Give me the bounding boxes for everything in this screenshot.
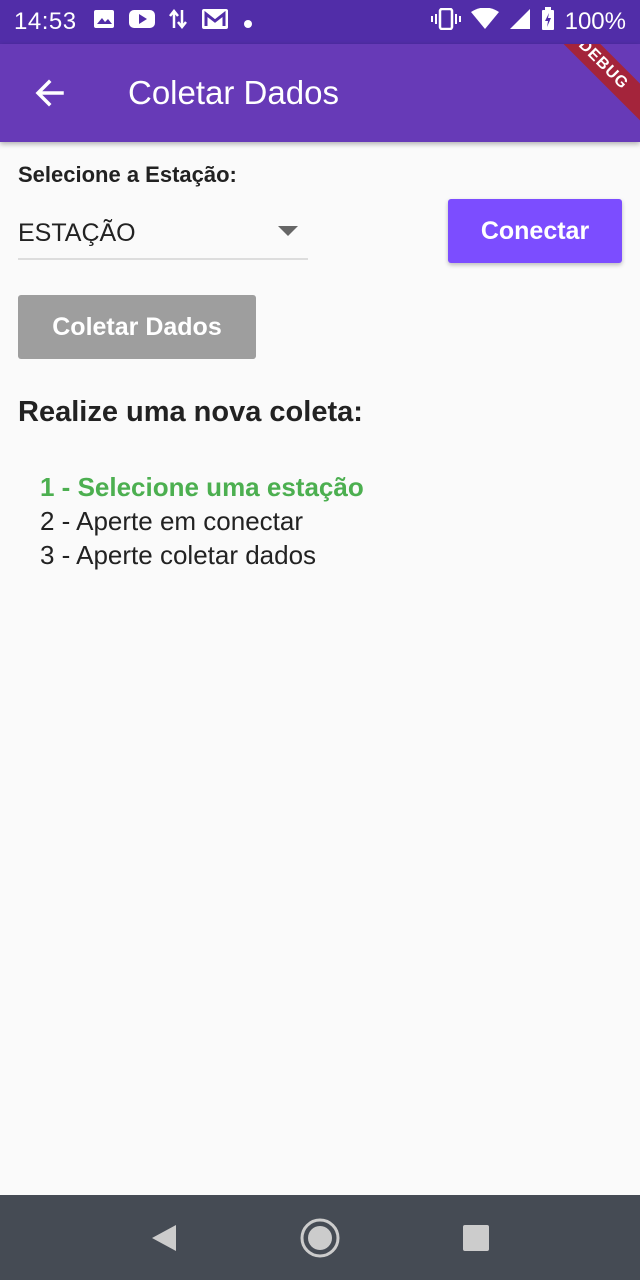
dropdown-value: ESTAÇÃO bbox=[18, 218, 136, 247]
step-item: 3 - Aperte coletar dados bbox=[40, 540, 317, 570]
home-circle-icon bbox=[300, 1218, 340, 1257]
system-icons: 100% bbox=[430, 6, 626, 38]
nav-home-button[interactable] bbox=[290, 1208, 350, 1268]
debug-banner: DEBUG bbox=[540, 44, 640, 128]
select-station-label: Selecione a Estação: bbox=[18, 162, 237, 187]
back-button[interactable] bbox=[20, 63, 80, 123]
step-item: 1 - Selecione uma estação bbox=[40, 472, 364, 502]
instructions-title: Realize uma nova coleta: bbox=[18, 396, 363, 428]
signal-icon bbox=[509, 8, 531, 37]
gmail-icon bbox=[201, 8, 229, 37]
data-transfer-icon bbox=[168, 8, 187, 37]
collect-data-button[interactable]: Coletar Dados bbox=[18, 295, 256, 359]
wifi-icon bbox=[470, 7, 499, 37]
arrow-back-icon bbox=[35, 79, 64, 107]
back-triangle-icon bbox=[152, 1224, 176, 1251]
recents-square-icon bbox=[463, 1224, 489, 1251]
status-bar: 14:53 100% bbox=[0, 0, 640, 44]
app-bar: Coletar Dados DEBUG bbox=[0, 44, 640, 142]
system-nav-bar bbox=[0, 1195, 640, 1280]
nav-recents-button[interactable] bbox=[446, 1208, 506, 1268]
vibrate-icon bbox=[430, 7, 461, 37]
step-item: 2 - Aperte em conectar bbox=[40, 506, 304, 536]
dropdown-arrow-icon bbox=[278, 224, 298, 242]
steps-list: 1 - Selecione uma estação 2 - Aperte em … bbox=[40, 470, 364, 572]
station-dropdown[interactable]: ESTAÇÃO bbox=[18, 208, 308, 260]
dot-icon bbox=[243, 8, 253, 36]
battery-percent: 100% bbox=[564, 8, 626, 35]
status-time: 14:53 bbox=[14, 8, 77, 35]
youtube-icon bbox=[128, 8, 155, 36]
page-title: Coletar Dados bbox=[128, 74, 339, 111]
notification-icons bbox=[93, 8, 253, 37]
battery-icon bbox=[541, 6, 555, 38]
image-icon bbox=[93, 8, 115, 36]
nav-back-button[interactable] bbox=[134, 1208, 194, 1268]
connect-button[interactable]: Conectar bbox=[448, 199, 622, 263]
